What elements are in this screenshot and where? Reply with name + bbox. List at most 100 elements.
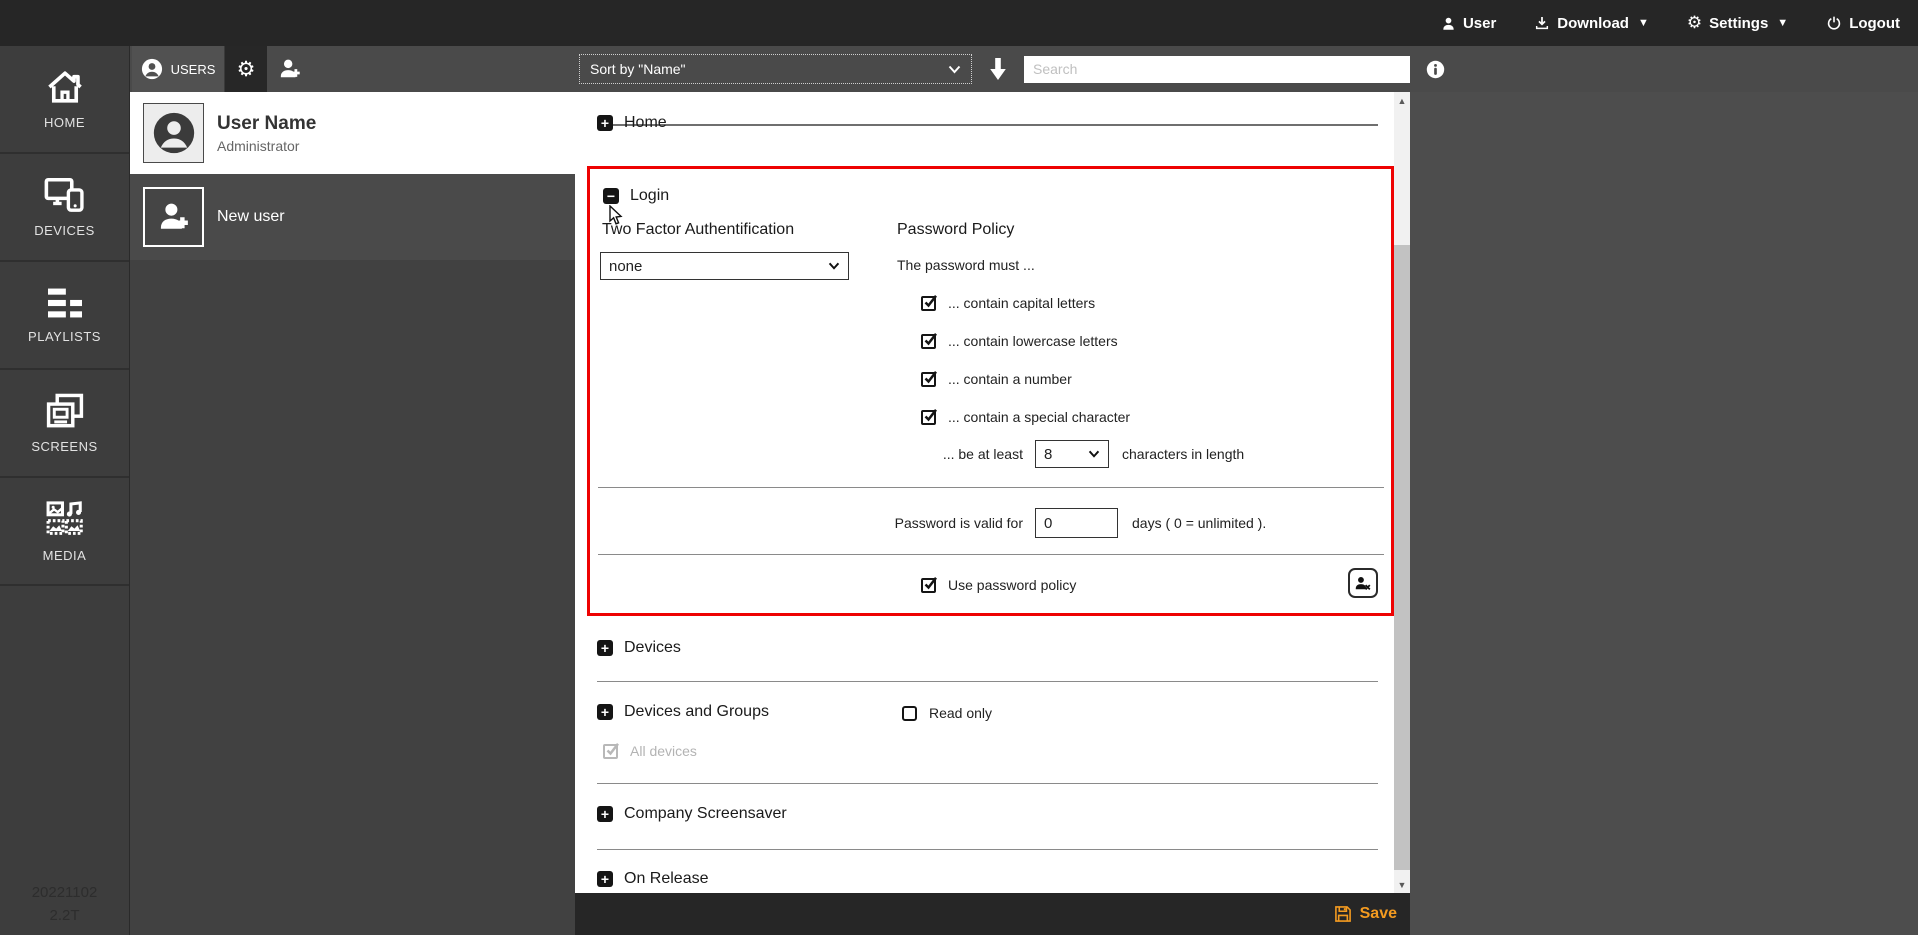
chevron-down-icon — [828, 262, 840, 270]
section-login-label: Login — [630, 187, 669, 205]
remove-user-policy-button[interactable] — [1348, 568, 1378, 598]
save-button[interactable]: Save — [1360, 905, 1397, 923]
user-x-icon — [1354, 576, 1372, 591]
sidebar-item-home[interactable]: HOME — [0, 46, 129, 154]
valid-days-input[interactable] — [1035, 508, 1118, 538]
add-user-icon — [278, 58, 302, 80]
sidebar-item-devices[interactable]: DEVICES — [0, 154, 129, 262]
logout-button[interactable]: Logout — [1826, 15, 1900, 32]
main-toolbar: Sort by "Name" — [575, 46, 1918, 92]
collapse-login-icon[interactable] — [603, 188, 619, 204]
user-role: Administrator — [217, 138, 316, 154]
checkbox-checked[interactable] — [921, 410, 936, 425]
app-window: User Download ▼ ⚙ Settings ▼ Logout HOME… — [0, 0, 1918, 935]
top-bar: User Download ▼ ⚙ Settings ▼ Logout — [0, 0, 1918, 46]
version-date: 20221102 — [0, 881, 129, 904]
section-company-screensaver: Company Screensaver — [597, 805, 787, 823]
settings-menu-label: Settings — [1709, 15, 1768, 32]
user-name: User Name — [217, 113, 316, 135]
valid-prefix: Password is valid for — [590, 515, 1023, 531]
checkbox-checked[interactable] — [921, 372, 936, 387]
checkbox-checked[interactable] — [921, 296, 936, 311]
section-on-release: On Release — [597, 870, 709, 888]
login-section-highlight: Login Two Factor Authentification none P… — [587, 166, 1394, 616]
expand-on-release-icon[interactable] — [597, 871, 613, 887]
section-on-release-label: On Release — [624, 870, 709, 888]
valid-suffix: days ( 0 = unlimited ). — [1132, 515, 1266, 531]
checkbox-checked[interactable] — [921, 334, 936, 349]
info-icon — [1426, 60, 1445, 79]
user-menu-label: User — [1463, 15, 1496, 32]
expand-company-screensaver-icon[interactable] — [597, 806, 613, 822]
section-divider — [597, 681, 1378, 682]
section-divider — [597, 783, 1378, 784]
tfa-select[interactable]: none — [600, 252, 849, 280]
length-prefix: ... be at least — [590, 446, 1023, 462]
playlists-icon — [44, 286, 86, 320]
checkbox-unchecked[interactable] — [902, 706, 917, 721]
sidebar-item-screens[interactable]: SCREENS — [0, 370, 129, 478]
section-devices-label: Devices — [624, 639, 681, 657]
login-divider — [598, 554, 1384, 555]
expand-devices-icon[interactable] — [597, 640, 613, 656]
apply-sort-button[interactable] — [986, 56, 1010, 82]
sidebar-item-media[interactable]: MEDIA — [0, 478, 129, 586]
tab-users-label: USERS — [171, 62, 216, 77]
download-icon — [1534, 15, 1550, 31]
user-menu-button[interactable]: User — [1441, 15, 1496, 32]
sidebar-item-playlists[interactable]: PLAYLISTS — [0, 262, 129, 370]
all-devices-row: All devices — [603, 743, 697, 759]
scrollbar-thumb[interactable] — [1394, 245, 1410, 870]
power-icon — [1826, 15, 1842, 31]
info-button[interactable] — [1426, 60, 1445, 79]
add-user-icon — [157, 201, 191, 233]
download-menu-button[interactable]: Download ▼ — [1534, 15, 1649, 32]
sidebar: HOME DEVICES PLAYLISTS SCREENS MEDIA 202… — [0, 46, 130, 935]
use-password-policy-row: Use password policy — [921, 577, 1076, 593]
sidebar-item-label: SCREENS — [31, 439, 97, 454]
expand-devices-groups-icon[interactable] — [597, 704, 613, 720]
read-only-row: Read only — [902, 705, 992, 721]
checkbox-checked[interactable] — [921, 578, 936, 593]
section-devices-groups: Devices and Groups — [597, 703, 769, 721]
users-panel: USERS ⚙ User Name Administrator — [130, 46, 575, 935]
sort-select-value: Sort by "Name" — [590, 61, 948, 77]
settings-menu-button[interactable]: ⚙ Settings ▼ — [1687, 15, 1788, 32]
section-home: Home — [597, 114, 667, 132]
users-tab-bar: USERS ⚙ — [130, 46, 575, 92]
version-number: 2.2T — [0, 904, 129, 927]
user-icon — [1441, 16, 1456, 31]
tfa-label: Two Factor Authentification — [602, 221, 794, 239]
rule-number: ... contain a number — [921, 371, 1072, 387]
section-divider — [597, 849, 1378, 850]
add-user-button[interactable] — [267, 46, 313, 92]
new-user-button[interactable]: New user — [130, 174, 575, 260]
section-home-label: Home — [624, 114, 667, 132]
logout-label: Logout — [1849, 15, 1900, 32]
gear-icon: ⚙ — [1687, 15, 1702, 32]
save-bar: Save — [575, 893, 1410, 935]
scroll-up-icon[interactable]: ▲ — [1394, 92, 1410, 109]
expand-home-icon[interactable] — [597, 115, 613, 131]
sidebar-item-label: MEDIA — [43, 548, 87, 563]
login-divider — [598, 487, 1384, 488]
sidebar-item-label: PLAYLISTS — [28, 329, 101, 344]
search-input[interactable] — [1024, 56, 1410, 83]
checkbox-checked-disabled — [603, 744, 618, 759]
password-policy-title: Password Policy — [897, 221, 1014, 239]
rule-special-character: ... contain a special character — [921, 409, 1130, 425]
gear-icon: ⚙ — [237, 59, 256, 80]
sort-select[interactable]: Sort by "Name" — [579, 54, 972, 84]
length-select[interactable]: 8 — [1035, 440, 1109, 468]
sidebar-item-label: HOME — [44, 115, 85, 130]
tab-user-settings[interactable]: ⚙ — [225, 46, 267, 92]
scrollbar[interactable]: ▲ ▼ — [1394, 92, 1410, 893]
user-list-item-selected[interactable]: User Name Administrator — [130, 92, 575, 174]
rule-lowercase-letters: ... contain lowercase letters — [921, 333, 1118, 349]
sidebar-item-label: DEVICES — [34, 223, 95, 238]
save-icon — [1333, 904, 1353, 924]
scroll-down-icon[interactable]: ▼ — [1394, 876, 1410, 893]
tab-users[interactable]: USERS — [132, 46, 225, 92]
new-user-label: New user — [217, 208, 285, 226]
section-divider — [597, 124, 1378, 126]
